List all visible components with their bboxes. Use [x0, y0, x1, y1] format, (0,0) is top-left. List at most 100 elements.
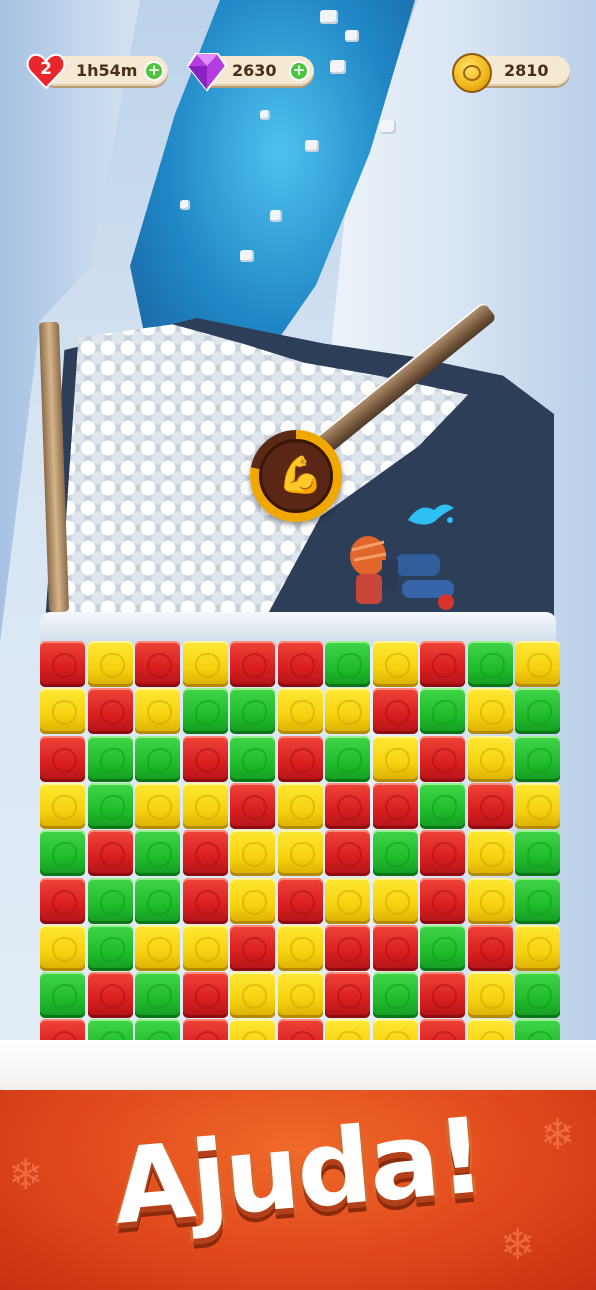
red-cube[interactable]: [325, 924, 370, 971]
green-cube[interactable]: [420, 782, 465, 829]
yellow-cube[interactable]: [467, 972, 513, 1019]
bell-pepper-icon: [289, 842, 315, 868]
green-cube[interactable]: [420, 924, 465, 971]
red-cube[interactable]: [277, 641, 323, 687]
yellow-cube[interactable]: [467, 830, 513, 877]
green-cube[interactable]: [40, 972, 85, 1019]
yellow-cube[interactable]: [277, 972, 323, 1019]
yellow-cube[interactable]: [277, 782, 323, 829]
green-cube[interactable]: [182, 688, 228, 735]
yellow-cube[interactable]: [40, 924, 85, 971]
yellow-cube[interactable]: [325, 688, 370, 735]
green-cube[interactable]: [372, 830, 418, 877]
add-lives-button[interactable]: +: [144, 61, 164, 81]
red-cube[interactable]: [87, 688, 133, 735]
green-cube[interactable]: [420, 688, 465, 735]
green-cube[interactable]: [87, 877, 133, 924]
apple-icon: [52, 747, 77, 773]
green-cube[interactable]: [230, 688, 275, 735]
yellow-cube[interactable]: [467, 688, 513, 735]
red-cube[interactable]: [420, 830, 465, 877]
apple-icon: [479, 794, 505, 820]
red-cube[interactable]: [277, 877, 323, 924]
yellow-cube[interactable]: [467, 877, 513, 924]
yellow-cube[interactable]: [277, 924, 323, 971]
yellow-cube[interactable]: [372, 641, 418, 687]
green-cube[interactable]: [87, 782, 133, 829]
red-cube[interactable]: [372, 782, 418, 829]
bell-pepper-icon: [384, 653, 410, 678]
yellow-cube[interactable]: [515, 924, 560, 971]
bean-icon: [52, 984, 77, 1010]
green-cube[interactable]: [372, 972, 418, 1019]
red-cube[interactable]: [135, 641, 180, 687]
yellow-cube[interactable]: [515, 641, 560, 687]
green-cube[interactable]: [515, 688, 560, 735]
yellow-cube[interactable]: [40, 782, 85, 829]
red-cube[interactable]: [230, 641, 275, 687]
red-cube[interactable]: [40, 735, 85, 782]
red-cube[interactable]: [467, 782, 513, 829]
red-cube[interactable]: [420, 735, 465, 782]
red-cube[interactable]: [230, 782, 275, 829]
red-cube[interactable]: [182, 877, 228, 924]
yellow-cube[interactable]: [277, 830, 323, 877]
green-cube[interactable]: [515, 735, 560, 782]
green-cube[interactable]: [325, 641, 370, 687]
yellow-cube[interactable]: [230, 972, 275, 1019]
red-cube[interactable]: [467, 924, 513, 971]
red-cube[interactable]: [325, 782, 370, 829]
bell-pepper-icon: [147, 700, 172, 726]
green-cube[interactable]: [135, 735, 180, 782]
green-cube[interactable]: [515, 830, 560, 877]
yellow-cube[interactable]: [182, 641, 228, 687]
red-cube[interactable]: [420, 877, 465, 924]
red-cube[interactable]: [40, 641, 85, 687]
green-cube[interactable]: [325, 735, 370, 782]
yellow-cube[interactable]: [372, 735, 418, 782]
yellow-cube[interactable]: [230, 830, 275, 877]
red-cube[interactable]: [230, 924, 275, 971]
red-cube[interactable]: [277, 735, 323, 782]
red-cube[interactable]: [372, 688, 418, 735]
yellow-cube[interactable]: [135, 688, 180, 735]
red-cube[interactable]: [182, 972, 228, 1019]
yellow-cube[interactable]: [135, 924, 180, 971]
yellow-cube[interactable]: [467, 735, 513, 782]
red-cube[interactable]: [87, 972, 133, 1019]
green-cube[interactable]: [135, 972, 180, 1019]
green-cube[interactable]: [87, 735, 133, 782]
yellow-cube[interactable]: [277, 688, 323, 735]
red-cube[interactable]: [372, 924, 418, 971]
green-cube[interactable]: [87, 924, 133, 971]
bean-icon: [384, 842, 410, 868]
green-cube[interactable]: [230, 735, 275, 782]
bell-pepper-icon: [479, 984, 505, 1010]
green-cube[interactable]: [467, 641, 513, 687]
red-cube[interactable]: [182, 735, 228, 782]
strength-booster-button[interactable]: 💪: [250, 430, 342, 522]
yellow-cube[interactable]: [372, 877, 418, 924]
yellow-cube[interactable]: [87, 641, 133, 687]
yellow-cube[interactable]: [135, 782, 180, 829]
yellow-cube[interactable]: [230, 877, 275, 924]
green-cube[interactable]: [135, 877, 180, 924]
red-cube[interactable]: [420, 641, 465, 687]
yellow-cube[interactable]: [40, 688, 85, 735]
green-cube[interactable]: [515, 972, 560, 1019]
red-cube[interactable]: [87, 830, 133, 877]
red-cube[interactable]: [40, 877, 85, 924]
yellow-cube[interactable]: [515, 782, 560, 829]
red-cube[interactable]: [182, 830, 228, 877]
green-cube[interactable]: [135, 830, 180, 877]
yellow-cube[interactable]: [182, 782, 228, 829]
add-gems-button[interactable]: +: [289, 61, 309, 81]
yellow-cube[interactable]: [182, 924, 228, 971]
green-cube[interactable]: [40, 830, 85, 877]
red-cube[interactable]: [420, 972, 465, 1019]
yellow-cube[interactable]: [325, 877, 370, 924]
red-cube[interactable]: [325, 830, 370, 877]
green-cube[interactable]: [515, 877, 560, 924]
bean-icon: [527, 889, 552, 915]
red-cube[interactable]: [325, 972, 370, 1019]
